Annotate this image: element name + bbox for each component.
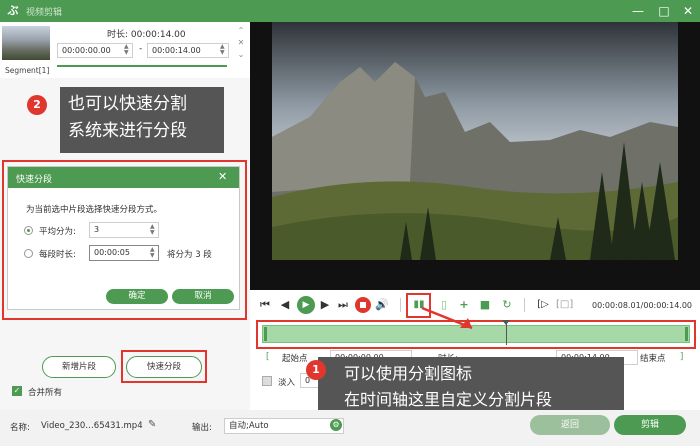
output-format-value: 自动;Auto	[229, 421, 269, 431]
output-label: 输出:	[192, 423, 212, 433]
step-forward-icon[interactable]: ▶	[318, 297, 332, 313]
duration-spin-icon[interactable]: ▲ ▼	[150, 247, 155, 259]
callout-quick-split: 也可以快速分割 系统来进行分段	[60, 87, 224, 153]
callout-badge-1: 1	[306, 360, 326, 380]
radio-duration[interactable]	[24, 249, 33, 258]
start-point-label[interactable]: 起始点	[282, 352, 308, 364]
title-bar: ぶ 视频剪辑 — □ ✕	[0, 0, 700, 22]
mark-in-icon[interactable]: [▷	[535, 297, 551, 313]
segment-range-bar	[57, 65, 227, 67]
segment-start-field[interactable]: 00:00:00.00	[57, 43, 133, 58]
radio-average[interactable]	[24, 226, 33, 235]
mark-out-icon[interactable]: [□]	[556, 297, 573, 313]
name-label: 名称:	[10, 423, 30, 433]
callout-line: 可以使用分割图标	[344, 364, 473, 383]
timeline-start-handle[interactable]	[264, 327, 267, 341]
chevron-up-icon[interactable]: ⌃	[236, 26, 246, 35]
cut-button[interactable]: 剪辑	[614, 415, 686, 435]
playback-time: 00:00:08.01/00:00:14.00	[592, 301, 692, 310]
app-logo-icon: ぶ	[7, 4, 19, 17]
fade-in-label: 淡入	[278, 378, 296, 388]
callout-badge-2: 2	[27, 95, 47, 115]
segment-label: Segment[1]	[5, 66, 50, 75]
step-back-icon[interactable]: ◀	[278, 297, 292, 313]
merge-all-label: 合并所有	[28, 388, 63, 398]
toolbar-divider	[524, 298, 525, 312]
range-close-bracket[interactable]: ]	[680, 352, 683, 362]
average-count-field[interactable]: 3	[89, 222, 159, 238]
segment-duration-field[interactable]: 00:00:05	[89, 245, 159, 261]
stop-icon	[360, 302, 366, 308]
stop-button[interactable]	[355, 297, 371, 313]
toolbar-divider	[400, 298, 401, 312]
end-point-label[interactable]: 结束点	[640, 352, 666, 364]
back-button[interactable]: 返回	[530, 415, 610, 435]
close-button[interactable]: ✕	[680, 3, 696, 19]
merge-all-checkbox[interactable]: ✓	[12, 386, 22, 396]
pointer-arrow	[421, 306, 473, 330]
quick-split-button[interactable]: 快速分段	[126, 356, 202, 378]
timeline-end-handle[interactable]	[685, 327, 688, 341]
fade-in-checkbox[interactable]	[262, 376, 272, 386]
skip-end-icon[interactable]: ⏭	[336, 297, 350, 313]
reset-icon[interactable]: ↻	[500, 297, 514, 313]
settings-gear-icon[interactable]: ⚙	[330, 419, 342, 431]
segment-duration: 时长: 00:00:14.00	[107, 30, 186, 40]
dialog-close-icon[interactable]: ✕	[218, 170, 227, 183]
dialog-header: 快速分段 ✕	[8, 167, 239, 188]
ok-button[interactable]: 确定	[106, 289, 168, 304]
close-segment-icon[interactable]: ✕	[236, 38, 246, 47]
file-name: Video_230…65431.mp4	[41, 421, 143, 431]
volume-icon[interactable]: 🔊	[375, 297, 389, 313]
chevron-down-icon[interactable]: ⌄	[236, 50, 246, 59]
dialog-title: 快速分段	[16, 175, 53, 185]
callout-line: 也可以快速分割	[68, 94, 187, 114]
range-open-bracket[interactable]: [	[266, 352, 269, 362]
skip-start-icon[interactable]: ⏮	[258, 297, 272, 313]
timeline-playhead[interactable]	[506, 323, 507, 345]
segment-thumbnail[interactable]	[2, 26, 50, 60]
video-preview[interactable]	[250, 22, 700, 290]
minimize-button[interactable]: —	[630, 3, 646, 19]
callout-line: 系统来进行分段	[68, 121, 187, 141]
video-frame	[272, 22, 678, 260]
cancel-button[interactable]: 取消	[172, 289, 234, 304]
start-spin-icon[interactable]: ▲ ▼	[124, 44, 129, 56]
average-spin-icon[interactable]: ▲ ▼	[150, 224, 155, 236]
split-count-note: 将分为 3 段	[167, 250, 212, 260]
output-format-select[interactable]: 自动;Auto	[224, 418, 344, 434]
maximize-button[interactable]: □	[656, 3, 672, 19]
dialog-prompt: 为当前选中片段选择快速分段方式。	[26, 205, 163, 215]
play-button[interactable]: ▶	[297, 296, 315, 314]
duration-label: 每段时长:	[39, 250, 76, 260]
average-label: 平均分为:	[39, 227, 76, 237]
playhead-marker-icon[interactable]	[502, 320, 510, 325]
segment-end-field[interactable]: 00:00:14.00	[147, 43, 229, 58]
add-segment-button[interactable]: 新增片段	[42, 356, 116, 378]
segment-dash: -	[139, 44, 143, 54]
end-spin-icon[interactable]: ▲ ▼	[220, 44, 225, 56]
edit-name-icon[interactable]: ✎	[148, 419, 156, 430]
window-title: 视频剪辑	[26, 8, 63, 18]
